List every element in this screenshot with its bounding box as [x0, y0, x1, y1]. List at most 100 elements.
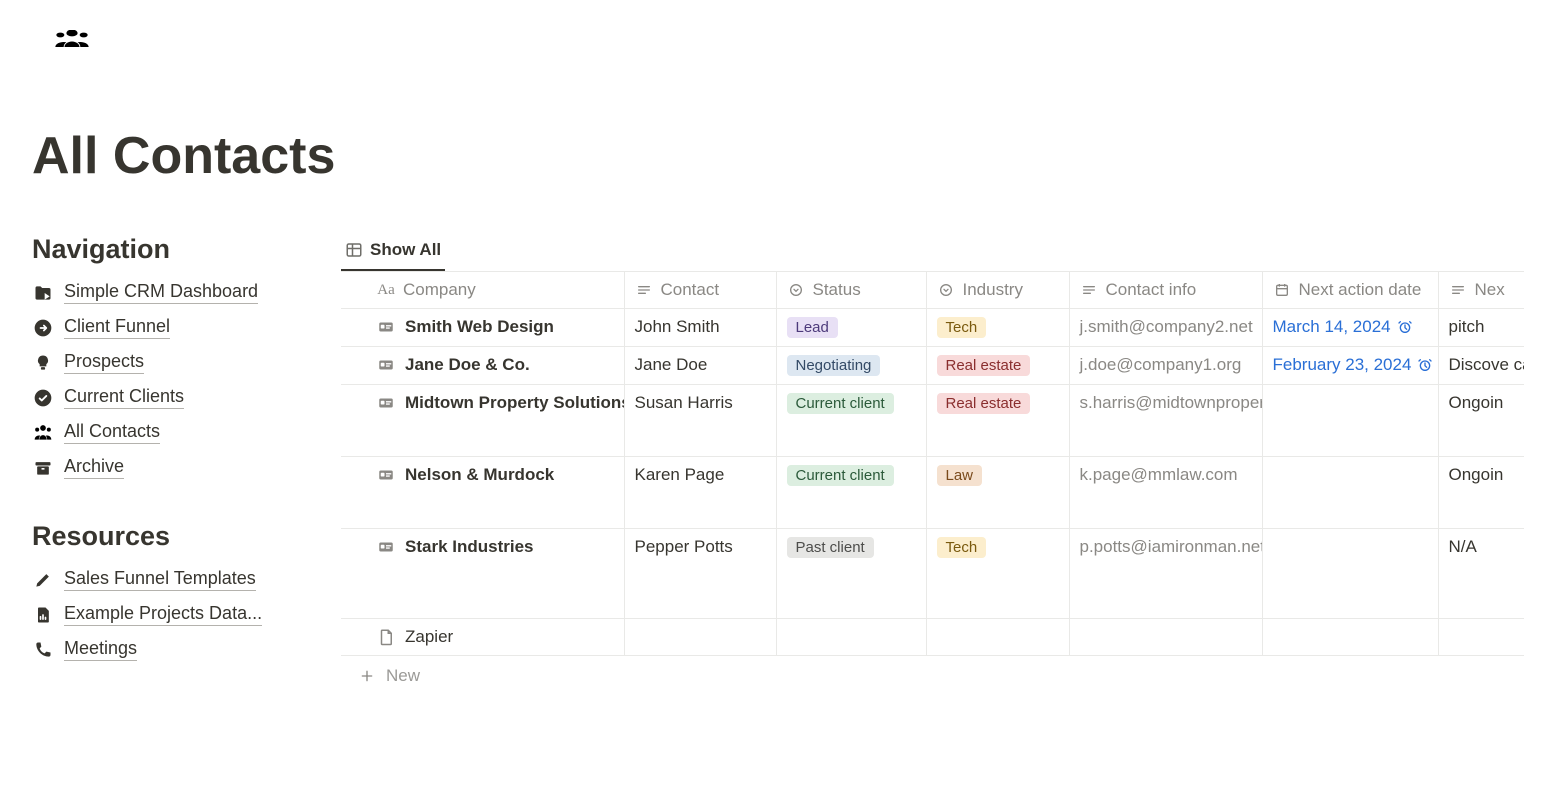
next-action-date[interactable]: February 23, 2024	[1273, 355, 1434, 375]
contact-name: Pepper Potts	[624, 529, 776, 619]
table-row[interactable]: Midtown Property Solutions Susan Harris …	[341, 385, 1524, 457]
next-action: Ongoin	[1438, 385, 1524, 457]
company-name: Nelson & Murdock	[405, 465, 554, 485]
navigation-heading: Navigation	[32, 234, 297, 265]
page-title: All Contacts	[32, 126, 1524, 186]
company-name: Smith Web Design	[405, 317, 554, 337]
folder-shortcut-icon	[32, 282, 54, 304]
check-circle-icon	[32, 387, 54, 409]
view-tabs: Show All	[341, 234, 1524, 271]
col-industry[interactable]: Industry	[926, 272, 1069, 309]
nav-item-label: Meetings	[64, 638, 137, 661]
calendar-icon	[1273, 282, 1291, 298]
contact-name: Jane Doe	[624, 347, 776, 385]
nav-item-label: Client Funnel	[64, 316, 170, 339]
contact-name: Karen Page	[624, 457, 776, 529]
nav-item[interactable]: Archive	[32, 450, 297, 485]
archive-box-icon	[32, 457, 54, 479]
lines-icon	[635, 282, 653, 298]
nav-item[interactable]: Sales Funnel Templates	[32, 562, 297, 597]
lines-icon	[1449, 282, 1467, 298]
nav-item-label: Current Clients	[64, 386, 184, 409]
table-row[interactable]: Stark Industries Pepper Potts Past clien…	[341, 529, 1524, 619]
main-content: Show All AaCompany Contact Status Indust…	[341, 234, 1524, 703]
arrow-circle-icon	[32, 317, 54, 339]
contact-name: John Smith	[624, 309, 776, 347]
resources-list: Sales Funnel Templates Example Projects D…	[32, 562, 297, 667]
resources-heading: Resources	[32, 521, 297, 552]
col-next-action-date[interactable]: Next action date	[1262, 272, 1438, 309]
table-row[interactable]: Smith Web Design John Smith Lead Tech j.…	[341, 309, 1524, 347]
contact-info: j.smith@company2.net	[1069, 309, 1262, 347]
industry-tag: Law	[937, 465, 983, 486]
nav-item[interactable]: Example Projects Data...	[32, 597, 297, 632]
nav-item-label: Simple CRM Dashboard	[64, 281, 258, 304]
next-action-date[interactable]: March 14, 2024	[1273, 317, 1413, 337]
status-tag: Lead	[787, 317, 838, 338]
status-tag: Current client	[787, 465, 894, 486]
table-row[interactable]: Nelson & Murdock Karen Page Current clie…	[341, 457, 1524, 529]
col-contact-info[interactable]: Contact info	[1069, 272, 1262, 309]
company-name: Jane Doe & Co.	[405, 355, 530, 375]
phone-icon	[32, 639, 54, 661]
select-icon	[937, 282, 955, 298]
tab-label: Show All	[370, 240, 441, 260]
select-icon	[787, 282, 805, 298]
bulb-icon	[32, 352, 54, 374]
industry-tag: Real estate	[937, 393, 1031, 414]
contact-info: j.doe@company1.org	[1069, 347, 1262, 385]
page-icon	[377, 628, 395, 646]
nav-item-label: Sales Funnel Templates	[64, 568, 256, 591]
card-icon	[377, 356, 395, 374]
text-type-icon: Aa	[377, 282, 395, 299]
page-icon	[32, 30, 1524, 80]
contact-info: k.page@mmlaw.com	[1069, 457, 1262, 529]
next-action: Discove call you	[1438, 347, 1524, 385]
contact-info: p.potts@iamironman.net	[1069, 529, 1262, 619]
company-name: Zapier	[405, 627, 453, 647]
nav-item[interactable]: Prospects	[32, 345, 297, 380]
next-action: Ongoin	[1438, 457, 1524, 529]
new-row[interactable]: New	[341, 656, 1524, 700]
col-next[interactable]: Nex	[1438, 272, 1524, 309]
next-action: pitch	[1438, 309, 1524, 347]
card-icon	[377, 394, 395, 412]
nav-item[interactable]: Simple CRM Dashboard	[32, 275, 297, 310]
col-company[interactable]: AaCompany	[341, 272, 624, 309]
nav-item-label: Prospects	[64, 351, 144, 374]
contact-info: s.harris@midtownproperty.	[1069, 385, 1262, 457]
nav-item[interactable]: Current Clients	[32, 380, 297, 415]
tab-show-all[interactable]: Show All	[341, 234, 445, 271]
nav-item-label: All Contacts	[64, 421, 160, 444]
nav-item[interactable]: Client Funnel	[32, 310, 297, 345]
table-row[interactable]: Jane Doe & Co. Jane Doe Negotiating Real…	[341, 347, 1524, 385]
alarm-icon	[1397, 319, 1413, 335]
contacts-table: AaCompany Contact Status Industry Contac…	[341, 271, 1524, 699]
lines-icon	[1080, 282, 1098, 298]
table-icon	[345, 241, 363, 259]
company-name: Stark Industries	[405, 537, 534, 557]
card-icon	[377, 538, 395, 556]
status-tag: Negotiating	[787, 355, 881, 376]
industry-tag: Real estate	[937, 355, 1031, 376]
card-icon	[377, 318, 395, 336]
pencil-icon	[32, 569, 54, 591]
company-name: Midtown Property Solutions	[405, 393, 624, 413]
file-chart-icon	[32, 604, 54, 626]
col-contact[interactable]: Contact	[624, 272, 776, 309]
plus-icon	[358, 668, 376, 684]
nav-item[interactable]: All Contacts	[32, 415, 297, 450]
nav-item-label: Example Projects Data...	[64, 603, 262, 626]
alarm-icon	[1417, 357, 1433, 373]
nav-item[interactable]: Meetings	[32, 632, 297, 667]
table-row[interactable]: Zapier	[341, 619, 1524, 656]
col-status[interactable]: Status	[776, 272, 926, 309]
people-icon	[32, 422, 54, 444]
next-action: N/A	[1438, 529, 1524, 619]
status-tag: Current client	[787, 393, 894, 414]
nav-list: Simple CRM Dashboard Client Funnel Prospec…	[32, 275, 297, 485]
status-tag: Past client	[787, 537, 874, 558]
sidebar: Navigation Simple CRM Dashboard Client Fu…	[32, 234, 297, 703]
contact-name: Susan Harris	[624, 385, 776, 457]
new-row-label: New	[386, 666, 420, 686]
